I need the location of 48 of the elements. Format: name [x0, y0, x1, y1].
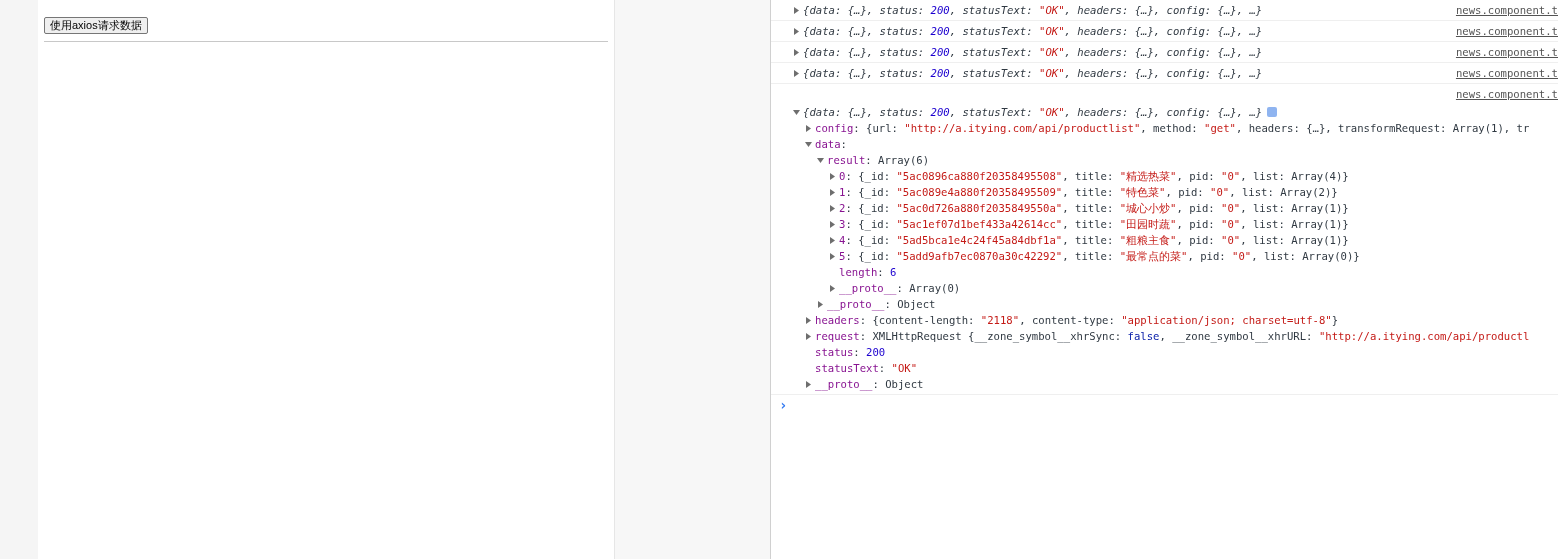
- collapsed-arrow-icon[interactable]: [805, 380, 812, 388]
- property-line: 5: {_id: "5add9afb7ec0870a30c42292", title: "最常点的菜", pid: "0", list: Array(0)}: [839, 249, 1360, 264]
- collapsed-arrow-icon[interactable]: [793, 27, 800, 35]
- collapsed-arrow-icon[interactable]: [817, 300, 824, 308]
- collapsed-arrow-icon[interactable]: [805, 124, 812, 132]
- property-line: 4: {_id: "5ad5bca1e4c24f45a84dbf1a", title: "粗粮主食", pid: "0", list: Array(1)}: [839, 233, 1349, 248]
- source-link[interactable]: news.component.t: [1455, 2, 1558, 18]
- collapsed-arrow-icon[interactable]: [829, 284, 836, 292]
- log-summary: {data: {…}, status: 200, statusText: "OK", headers: {…}, config: {…}, …}: [803, 3, 1263, 18]
- log-summary: {data: {…}, status: 200, statusText: "OK", headers: {…}, config: {…}, …}: [803, 45, 1263, 60]
- property-line: status: 200: [815, 345, 886, 360]
- collapsed-arrow-icon[interactable]: [793, 69, 800, 77]
- log-summary: {data: {…}, status: 200, statusText: "OK", headers: {…}, config: {…}, …}: [803, 105, 1263, 120]
- collapsed-arrow-icon[interactable]: [829, 188, 836, 196]
- source-link[interactable]: news.component.t: [1455, 23, 1558, 39]
- property-line: data:: [815, 137, 847, 152]
- log-summary: {data: {…}, status: 200, statusText: "OK", headers: {…}, config: {…}, …}: [803, 66, 1263, 81]
- log-summary: {data: {…}, status: 200, statusText: "OK", headers: {…}, config: {…}, …}: [803, 24, 1263, 39]
- property-line: result: Array(6): [827, 153, 930, 168]
- collapsed-arrow-icon[interactable]: [829, 236, 836, 244]
- collapsed-arrow-icon[interactable]: [805, 316, 812, 324]
- collapsed-arrow-icon[interactable]: [793, 6, 800, 14]
- collapsed-arrow-icon[interactable]: [829, 204, 836, 212]
- property-line: config: {url: "http://a.itying.com/api/productlist", method: "get", headers: {…}, transformRequest: Array(1), tr: [815, 121, 1530, 136]
- collapsed-arrow-icon[interactable]: [829, 220, 836, 228]
- property-line: __proto__: Array(0): [839, 281, 961, 296]
- property-line: 0: {_id: "5ac0896ca880f20358495508", title: "精选热菜", pid: "0", list: Array(4)}: [839, 169, 1349, 184]
- property-line: 2: {_id: "5ac0d726a880f2035849550a", title: "城心小炒", pid: "0", list: Array(1)}: [839, 201, 1349, 216]
- collapsed-arrow-icon[interactable]: [829, 252, 836, 260]
- collapsed-arrow-icon[interactable]: [805, 332, 812, 340]
- expanded-arrow-icon[interactable]: [793, 108, 800, 116]
- collapsed-arrow-icon[interactable]: [829, 172, 836, 180]
- property-line: __proto__: Object: [815, 377, 924, 392]
- collapsed-arrow-icon[interactable]: [793, 48, 800, 56]
- console-prompt[interactable]: ›: [779, 397, 788, 413]
- property-line: statusText: "OK": [815, 361, 918, 376]
- source-link[interactable]: news.component.t: [1455, 65, 1558, 81]
- property-line: 1: {_id: "5ac089e4a880f20358495509", title: "特色菜", pid: "0", list: Array(2)}: [839, 185, 1338, 200]
- fetch-data-button[interactable]: 使用axios请求数据: [44, 17, 148, 34]
- expanded-arrow-icon[interactable]: [805, 140, 812, 148]
- property-line: length: 6: [839, 265, 897, 280]
- property-line: __proto__: Object: [827, 297, 936, 312]
- property-line: 3: {_id: "5ac1ef07d1bef433a42614cc", title: "田园时蔬", pid: "0", list: Array(1)}: [839, 217, 1349, 232]
- source-link[interactable]: news.component.t: [1455, 86, 1558, 102]
- expanded-arrow-icon[interactable]: [817, 156, 824, 164]
- property-line: request: XMLHttpRequest {__zone_symbol__xhrSync: false, __zone_symbol__xhrURL: "http://a.itying.com/api/productl: [815, 329, 1530, 344]
- property-line: headers: {content-length: "2118", content-type: "application/json; charset=utf-8"}: [815, 313, 1339, 328]
- source-link[interactable]: news.component.t: [1455, 44, 1558, 60]
